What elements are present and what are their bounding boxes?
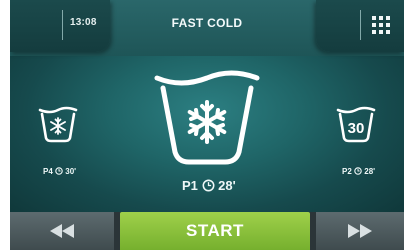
program-duration: 28' [218,178,236,193]
temperature-value: 30 [348,120,365,137]
program-p4-label: P4 30' [43,167,76,176]
fast-forward-icon [348,224,372,238]
washer-display: 13:08 FAST COLD P4 30' P1 28' 30 P2 28' … [10,0,404,250]
snowflake-tub-icon [154,70,260,165]
program-code: P2 [342,167,352,176]
program-p2-label: P2 28' [342,167,375,176]
program-code: P4 [43,167,53,176]
previous-button[interactable] [10,212,114,250]
temperature-tub-icon: 30 [336,106,376,143]
rewind-icon [50,224,74,238]
program-p1[interactable] [151,64,263,168]
program-p4[interactable] [36,104,80,144]
program-duration: 30' [65,167,77,176]
start-button[interactable]: START [120,212,310,250]
menu-panel [316,0,404,52]
divider [360,10,361,40]
timer-icon [354,167,362,175]
timer-icon [202,179,215,192]
top-bar: 13:08 FAST COLD [10,0,404,56]
main-screen: 13:08 FAST COLD P4 30' P1 28' 30 P2 28' [10,0,404,212]
bottom-bar: START [10,212,404,250]
grid-menu-icon[interactable] [372,16,390,34]
program-p2[interactable]: 30 [334,104,378,144]
program-duration: 28' [364,167,376,176]
next-button[interactable] [316,212,404,250]
program-code: P1 [182,178,198,193]
program-p1-label: P1 28' [182,178,236,193]
timer-icon [55,167,63,175]
snowflake-tub-icon [38,106,78,143]
